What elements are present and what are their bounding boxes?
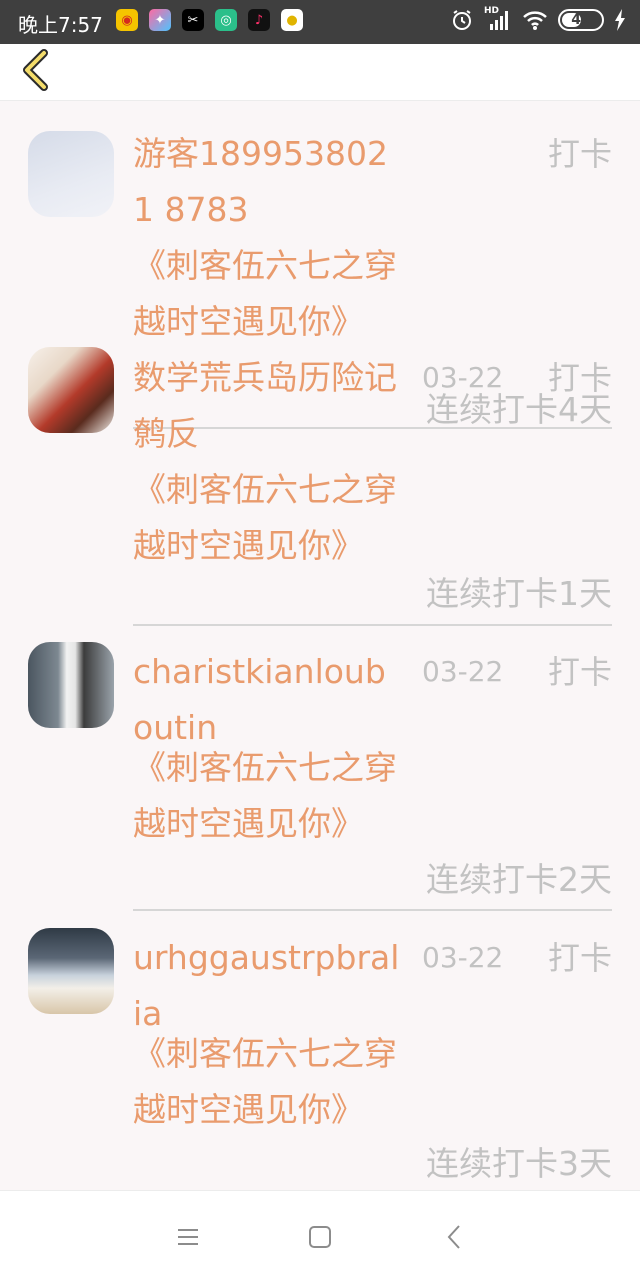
user-name: 游客1899538021 8783 bbox=[133, 134, 388, 229]
recent-apps-button[interactable] bbox=[170, 1219, 206, 1255]
checkin-list: 游客1899538021 8783 打卡 《刺客伍六七之穿越时空遇见你》 连续打… bbox=[0, 100, 640, 1190]
wifi-icon bbox=[523, 11, 547, 30]
checkin-label: 打卡 bbox=[547, 135, 612, 173]
back-triangle-icon bbox=[447, 1225, 460, 1249]
checkin-label: 打卡 bbox=[547, 359, 612, 397]
list-item[interactable]: charistkianlouboutin 03-22 打卡 《刺客伍六七之穿越时… bbox=[0, 626, 640, 911]
streak-text: 连续打卡1天 bbox=[426, 574, 612, 613]
chat-bubble-icon: ● bbox=[281, 9, 303, 31]
status-right: HD 49 bbox=[450, 6, 626, 32]
streak-text: 连续打卡2天 bbox=[426, 860, 612, 899]
home-button[interactable] bbox=[302, 1219, 338, 1255]
podcast-icon: ◎ bbox=[215, 9, 237, 31]
streak-text: 连续打卡3天 bbox=[426, 1144, 612, 1183]
tiktok-icon: ♪ bbox=[248, 9, 270, 31]
list-item[interactable]: 游客1899538021 8783 打卡 《刺客伍六七之穿越时空遇见你》 连续打… bbox=[0, 100, 640, 429]
checkin-label: 打卡 bbox=[547, 939, 612, 977]
book-title: 《刺客伍六七之穿越时空遇见你》 bbox=[133, 470, 397, 565]
list-item[interactable]: 数学荒兵岛历险记鹩反 03-22 打卡 《刺客伍六七之穿越时空遇见你》 连续打卡… bbox=[0, 330, 640, 626]
status-time: 晚上7:57 bbox=[18, 13, 103, 37]
weibo-icon: ◉ bbox=[116, 9, 138, 31]
charging-icon bbox=[615, 9, 625, 31]
system-back-button[interactable] bbox=[436, 1219, 472, 1255]
avatar bbox=[28, 642, 114, 728]
user-name: 数学荒兵岛历险记鹩反 bbox=[133, 358, 397, 453]
checkin-label: 打卡 bbox=[547, 653, 612, 691]
game-center-icon: ✦ bbox=[149, 9, 171, 31]
avatar bbox=[28, 131, 114, 217]
home-square-icon bbox=[309, 1226, 331, 1248]
menu-icon bbox=[178, 1229, 198, 1245]
back-button[interactable] bbox=[16, 48, 62, 94]
book-title: 《刺客伍六七之穿越时空遇见你》 bbox=[133, 748, 397, 843]
battery-percent: 49 bbox=[571, 12, 591, 28]
notification-icons: ◉ ✦ ✂ ◎ ♪ ● bbox=[116, 9, 303, 31]
checkin-date: 03-22 bbox=[422, 655, 504, 688]
battery-indicator: 49 bbox=[558, 9, 604, 31]
avatar bbox=[28, 347, 114, 433]
alarm-icon bbox=[453, 10, 471, 30]
book-title: 《刺客伍六七之穿越时空遇见你》 bbox=[133, 1034, 397, 1129]
checkin-date: 03-22 bbox=[422, 361, 504, 394]
top-bar bbox=[0, 44, 640, 101]
checkin-date: 03-22 bbox=[422, 941, 504, 974]
capcut-icon: ✂ bbox=[182, 9, 204, 31]
list-item[interactable]: urhggaustrpbralia 03-22 打卡 《刺客伍六七之穿越时空遇见… bbox=[0, 910, 640, 1190]
cell-signal-icon: HD bbox=[484, 6, 512, 32]
chevron-left-icon bbox=[23, 49, 48, 91]
status-bar: 晚上7:57 ◉ ✦ ✂ ◎ ♪ ● HD 49 bbox=[0, 0, 640, 44]
avatar bbox=[28, 928, 114, 1014]
system-nav-bar bbox=[0, 1190, 640, 1281]
